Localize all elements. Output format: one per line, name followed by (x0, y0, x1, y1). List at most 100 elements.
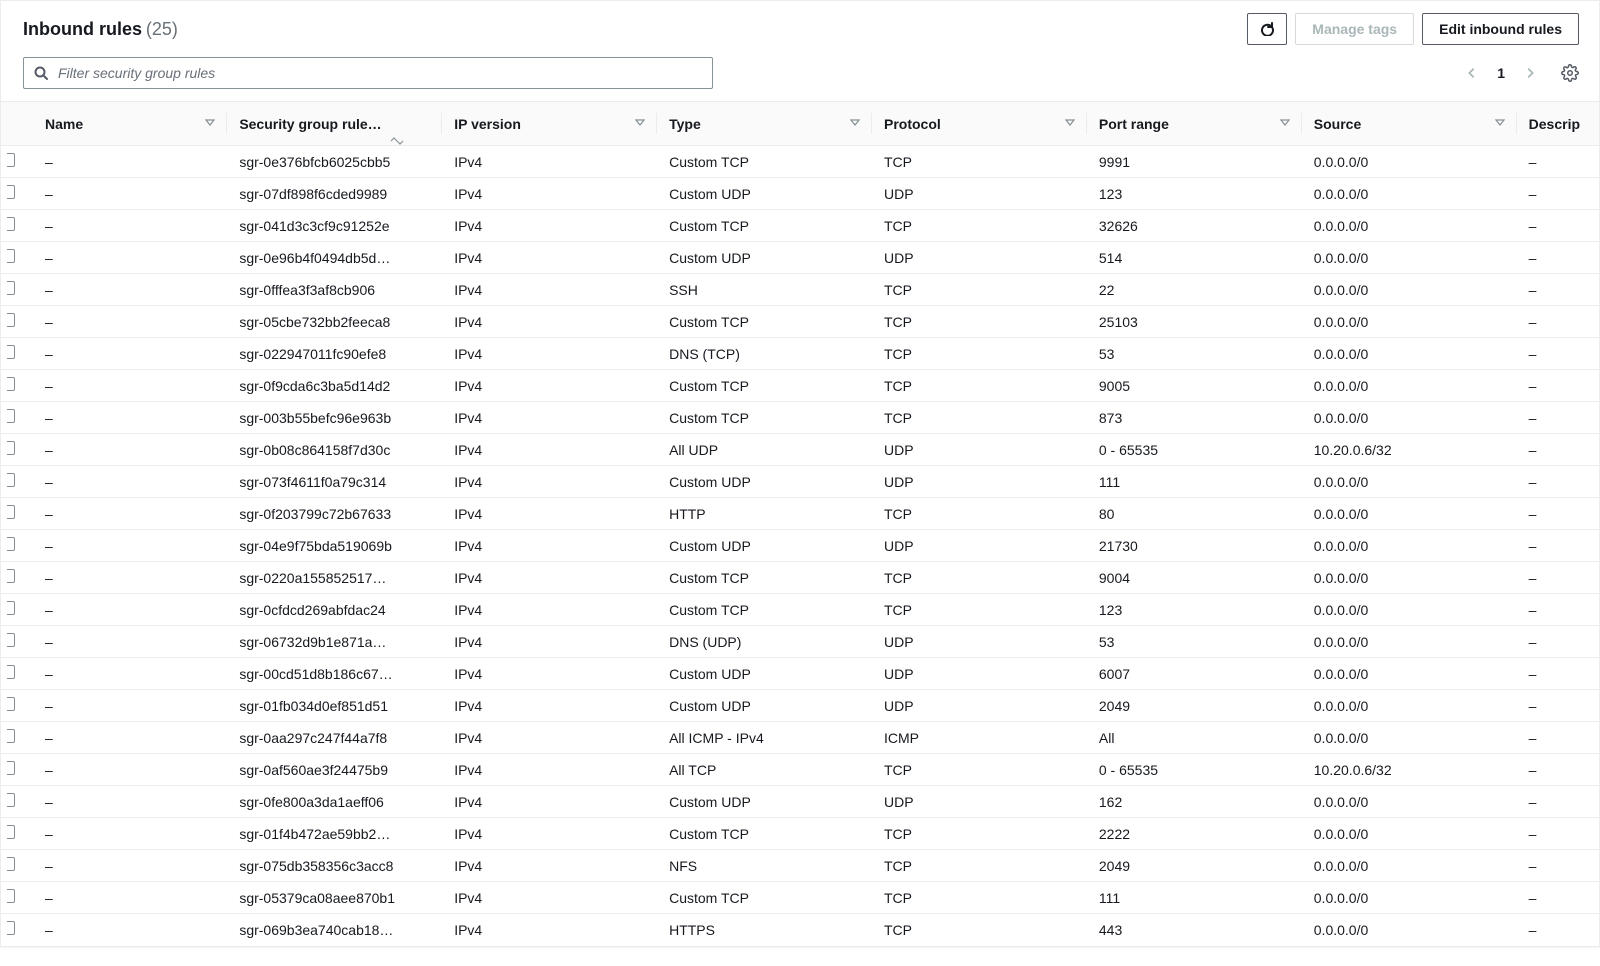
table-row[interactable]: –sgr-01f4b472ae59bb2…IPv4Custom TCPTCP22… (1, 818, 1599, 850)
column-name[interactable]: Name (33, 102, 227, 146)
column-ip-version[interactable]: IP version (442, 102, 657, 146)
row-select-checkbox[interactable] (1, 594, 33, 626)
edit-inbound-rules-button[interactable]: Edit inbound rules (1422, 13, 1579, 45)
table-row[interactable]: –sgr-041d3c3cf9c91252eIPv4Custom TCPTCP3… (1, 210, 1599, 242)
row-select-checkbox[interactable] (1, 530, 33, 562)
cell-protocol: TCP (872, 882, 1087, 914)
table-row[interactable]: –sgr-0fe800a3da1aeff06IPv4Custom UDPUDP1… (1, 786, 1599, 818)
filter-input[interactable] (23, 57, 713, 89)
cell-ip-version: IPv4 (442, 146, 657, 178)
cell-description: – (1517, 274, 1599, 306)
cell-source: 0.0.0.0/0 (1302, 626, 1517, 658)
row-select-checkbox[interactable] (1, 466, 33, 498)
table-row[interactable]: –sgr-0cfdcd269abfdac24IPv4Custom TCPTCP1… (1, 594, 1599, 626)
table-row[interactable]: –sgr-04e9f75bda519069bIPv4Custom UDPUDP2… (1, 530, 1599, 562)
table-row[interactable]: –sgr-0aa297c247f44a7f8IPv4All ICMP - IPv… (1, 722, 1599, 754)
cell-protocol: TCP (872, 146, 1087, 178)
cell-port-range: 21730 (1087, 530, 1302, 562)
row-select-checkbox[interactable] (1, 754, 33, 786)
cell-ip-version: IPv4 (442, 562, 657, 594)
column-protocol[interactable]: Protocol (872, 102, 1087, 146)
row-select-checkbox[interactable] (1, 178, 33, 210)
cell-source: 0.0.0.0/0 (1302, 242, 1517, 274)
filter-icon[interactable] (635, 116, 645, 132)
table-row[interactable]: –sgr-0b08c864158f7d30cIPv4All UDPUDP0 - … (1, 434, 1599, 466)
table-row[interactable]: –sgr-0e376bfcb6025cbb5IPv4Custom TCPTCP9… (1, 146, 1599, 178)
cell-protocol: UDP (872, 690, 1087, 722)
cell-type: Custom UDP (657, 786, 872, 818)
prev-page-button[interactable] (1465, 66, 1479, 80)
table-row[interactable]: –sgr-0220a155852517…IPv4Custom TCPTCP900… (1, 562, 1599, 594)
row-select-checkbox[interactable] (1, 242, 33, 274)
column-port-range[interactable]: Port range (1087, 102, 1302, 146)
filter-icon[interactable] (1495, 116, 1505, 132)
table-row[interactable]: –sgr-003b55befc96e963bIPv4Custom TCPTCP8… (1, 402, 1599, 434)
cell-type: Custom TCP (657, 818, 872, 850)
cell-ip-version: IPv4 (442, 626, 657, 658)
table-row[interactable]: –sgr-01fb034d0ef851d51IPv4Custom UDPUDP2… (1, 690, 1599, 722)
sort-indicator-icon (390, 137, 404, 146)
cell-protocol: TCP (872, 850, 1087, 882)
next-page-button[interactable] (1523, 66, 1537, 80)
row-select-checkbox[interactable] (1, 370, 33, 402)
cell-security-group-rule: sgr-04e9f75bda519069b (227, 530, 442, 562)
table-row[interactable]: –sgr-05379ca08aee870b1IPv4Custom TCPTCP1… (1, 882, 1599, 914)
column-source[interactable]: Source (1302, 102, 1517, 146)
cell-port-range: 0 - 65535 (1087, 754, 1302, 786)
row-select-checkbox[interactable] (1, 850, 33, 882)
table-row[interactable]: –sgr-073f4611f0a79c314IPv4Custom UDPUDP1… (1, 466, 1599, 498)
row-select-checkbox[interactable] (1, 402, 33, 434)
cell-ip-version: IPv4 (442, 370, 657, 402)
cell-name: – (33, 562, 227, 594)
settings-button[interactable] (1561, 64, 1579, 82)
filter-icon[interactable] (1280, 116, 1290, 132)
cell-protocol: TCP (872, 914, 1087, 946)
cell-name: – (33, 754, 227, 786)
row-select-checkbox[interactable] (1, 914, 33, 946)
row-select-checkbox[interactable] (1, 786, 33, 818)
column-security-group-rule[interactable]: Security group rule… (227, 102, 442, 146)
row-select-checkbox[interactable] (1, 626, 33, 658)
column-type[interactable]: Type (657, 102, 872, 146)
row-select-checkbox[interactable] (1, 722, 33, 754)
row-select-checkbox[interactable] (1, 306, 33, 338)
row-select-checkbox[interactable] (1, 338, 33, 370)
table-row[interactable]: –sgr-00cd51d8b186c67…IPv4Custom UDPUDP60… (1, 658, 1599, 690)
table-row[interactable]: –sgr-0e96b4f0494db5d…IPv4Custom UDPUDP51… (1, 242, 1599, 274)
table-row[interactable]: –sgr-05cbe732bb2feeca8IPv4Custom TCPTCP2… (1, 306, 1599, 338)
table-row[interactable]: –sgr-0af560ae3f24475b9IPv4All TCPTCP0 - … (1, 754, 1599, 786)
table-row[interactable]: –sgr-022947011fc90efe8IPv4DNS (TCP)TCP53… (1, 338, 1599, 370)
filter-icon[interactable] (205, 116, 215, 132)
cell-ip-version: IPv4 (442, 178, 657, 210)
column-description[interactable]: Descrip (1517, 102, 1599, 146)
row-select-checkbox[interactable] (1, 818, 33, 850)
filter-icon[interactable] (1065, 116, 1075, 132)
cell-protocol: TCP (872, 562, 1087, 594)
row-select-checkbox[interactable] (1, 562, 33, 594)
cell-description: – (1517, 498, 1599, 530)
cell-protocol: UDP (872, 626, 1087, 658)
cell-port-range: 9005 (1087, 370, 1302, 402)
row-select-checkbox[interactable] (1, 210, 33, 242)
row-select-checkbox[interactable] (1, 690, 33, 722)
row-select-checkbox[interactable] (1, 146, 33, 178)
row-select-checkbox[interactable] (1, 882, 33, 914)
row-select-checkbox[interactable] (1, 658, 33, 690)
cell-protocol: UDP (872, 434, 1087, 466)
table-row[interactable]: –sgr-0fffea3f3af8cb906IPv4SSHTCP220.0.0.… (1, 274, 1599, 306)
cell-ip-version: IPv4 (442, 210, 657, 242)
refresh-button[interactable] (1247, 13, 1287, 45)
table-row[interactable]: –sgr-069b3ea740cab18…IPv4HTTPSTCP4430.0.… (1, 914, 1599, 946)
table-row[interactable]: –sgr-0f203799c72b67633IPv4HTTPTCP800.0.0… (1, 498, 1599, 530)
table-row[interactable]: –sgr-0f9cda6c3ba5d14d2IPv4Custom TCPTCP9… (1, 370, 1599, 402)
table-row[interactable]: –sgr-06732d9b1e871a…IPv4DNS (UDP)UDP530.… (1, 626, 1599, 658)
cell-type: Custom UDP (657, 178, 872, 210)
row-select-checkbox[interactable] (1, 498, 33, 530)
cell-port-range: 53 (1087, 338, 1302, 370)
table-row[interactable]: –sgr-075db358356c3acc8IPv4NFSTCP20490.0.… (1, 850, 1599, 882)
cell-port-range: 0 - 65535 (1087, 434, 1302, 466)
row-select-checkbox[interactable] (1, 274, 33, 306)
row-select-checkbox[interactable] (1, 434, 33, 466)
table-row[interactable]: –sgr-07df898f6cded9989IPv4Custom UDPUDP1… (1, 178, 1599, 210)
filter-icon[interactable] (850, 116, 860, 132)
